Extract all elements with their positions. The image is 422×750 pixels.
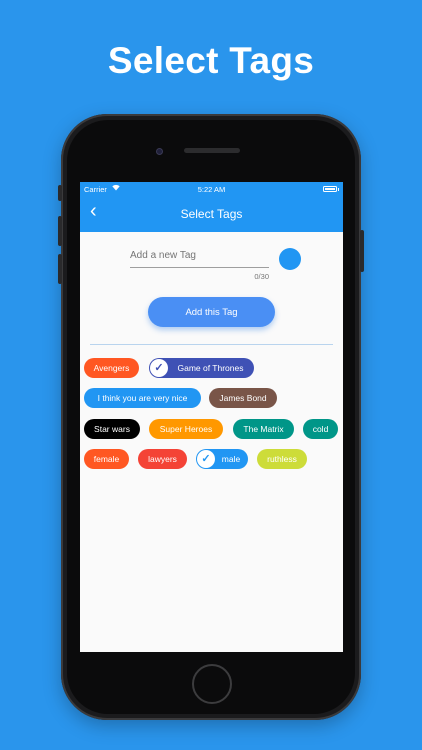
tag-chip-label: ruthless (267, 454, 297, 464)
tag-chip[interactable]: The Matrix (233, 419, 294, 439)
tag-chip[interactable]: ✓ male (196, 449, 248, 469)
phone-volume-down-button (58, 254, 62, 284)
tag-chip[interactable]: female (84, 449, 129, 469)
tag-chip[interactable]: Star wars (84, 419, 140, 439)
page-headline: Select Tags (107, 40, 315, 81)
tag-chip-list: Avengers ✓ Game of Thrones I think you a… (80, 182, 343, 652)
tag-chip-label: James Bond (219, 393, 267, 403)
phone-volume-up-button (58, 216, 62, 246)
phone-power-button (360, 230, 364, 272)
phone-side-button (58, 185, 62, 201)
tag-chip-label: Star wars (94, 424, 130, 434)
tag-chip[interactable]: James Bond (209, 388, 277, 408)
tag-chip-label: Super Heroes (159, 424, 213, 434)
tag-chip[interactable]: cold (303, 419, 338, 439)
tag-chip-label: male (221, 454, 241, 464)
tag-chip-label: cold (312, 424, 329, 434)
app-screen: Carrier 5:22 AM ‹ Select Tags 0/30 Add t… (80, 182, 343, 652)
tag-chip-label: The Matrix (243, 424, 284, 434)
tag-chip[interactable]: I think you are very nice (84, 388, 201, 408)
tag-chip-label: Avengers (93, 363, 130, 373)
front-camera (156, 148, 163, 155)
earpiece-speaker (184, 148, 240, 153)
tag-chip[interactable]: lawyers (138, 449, 187, 469)
tag-chip[interactable]: ✓ Game of Thrones (149, 358, 254, 378)
tag-chip[interactable]: Super Heroes (149, 419, 223, 439)
home-button[interactable] (192, 664, 232, 704)
tag-chip-label: I think you are very nice (97, 393, 188, 403)
tag-chip-label: Game of Thrones (177, 363, 244, 373)
check-icon: ✓ (197, 450, 215, 468)
tag-chip[interactable]: Avengers (84, 358, 139, 378)
check-icon: ✓ (150, 359, 168, 377)
tag-chip-label: female (93, 454, 120, 464)
tag-chip[interactable]: ruthless (257, 449, 307, 469)
tag-chip-label: lawyers (148, 454, 177, 464)
